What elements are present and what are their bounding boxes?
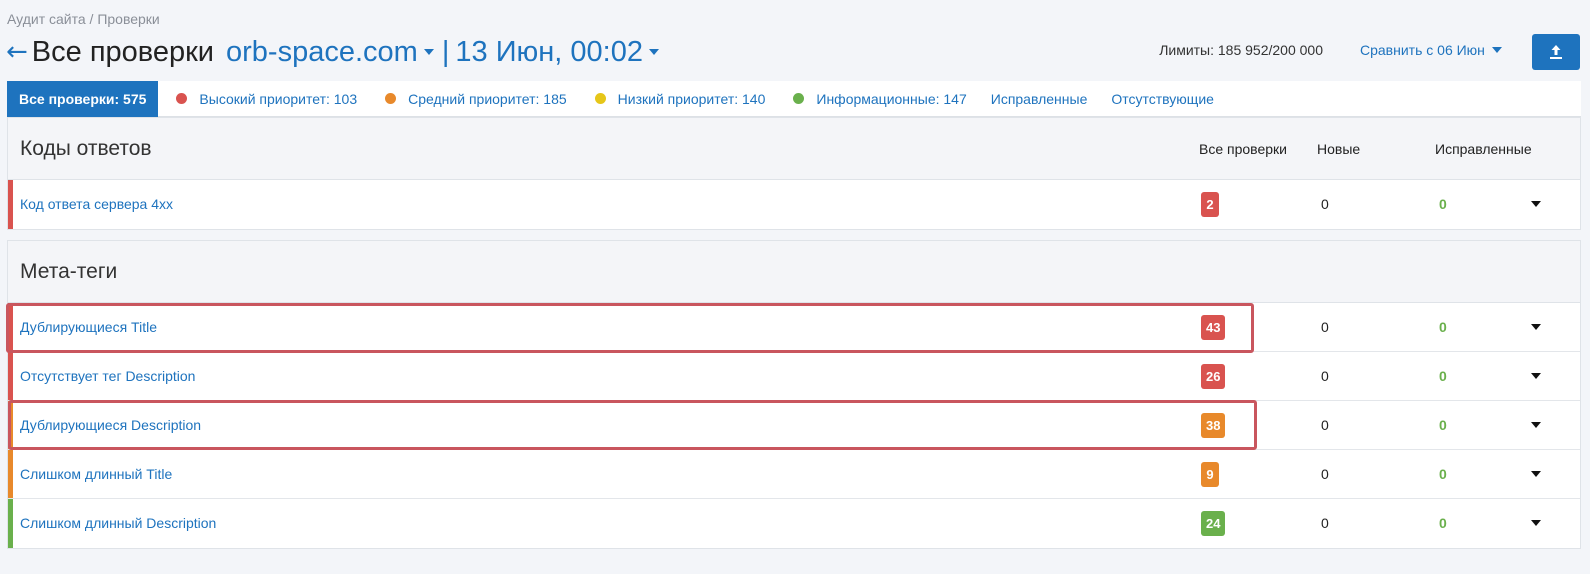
- table-row[interactable]: Слишком длинный Title 9 0 0: [8, 450, 1580, 499]
- section-meta-tags: Мета-теги Дублирующиеся Title 43 0 0 Отс…: [7, 240, 1581, 549]
- fixed-count: 0: [1439, 368, 1447, 384]
- column-header-fixed: Исправленные: [1435, 141, 1532, 157]
- check-name-link[interactable]: Слишком длинный Title: [20, 466, 172, 482]
- compare-label: Сравнить с 06 Июн: [1360, 42, 1485, 58]
- column-header-all: Все проверки: [1199, 141, 1287, 157]
- tab-informational-label: Информационные: 147: [816, 90, 967, 107]
- table-row[interactable]: Дублирующиеся Title 43 0 0: [8, 303, 1580, 352]
- expand-caret-icon[interactable]: [1531, 471, 1541, 477]
- tab-fixed[interactable]: Исправленные: [979, 81, 1100, 117]
- count-badge[interactable]: 24: [1201, 511, 1226, 536]
- tab-missing-label: Отсутствующие: [1111, 90, 1214, 107]
- fixed-count: 0: [1439, 196, 1447, 212]
- medium-priority-dot-icon: [385, 93, 397, 104]
- date-selector[interactable]: 13 Июн, 00:02: [455, 36, 643, 69]
- low-priority-dot-icon: [594, 93, 606, 104]
- count-badge[interactable]: 43: [1201, 315, 1226, 340]
- column-header-new: Новые: [1317, 141, 1361, 157]
- priority-bar: [8, 303, 13, 351]
- compare-chevron-down-icon: [1491, 47, 1502, 53]
- site-selector[interactable]: orb-space.com: [226, 36, 418, 69]
- new-count: 0: [1321, 515, 1329, 531]
- compare-dropdown[interactable]: Сравнить с 06 Июн: [1360, 42, 1508, 58]
- fixed-count: 0: [1439, 417, 1447, 433]
- new-count: 0: [1321, 196, 1329, 212]
- new-count: 0: [1321, 417, 1329, 433]
- fixed-count: 0: [1439, 515, 1447, 531]
- expand-caret-icon[interactable]: [1531, 422, 1541, 428]
- expand-caret-icon[interactable]: [1531, 324, 1541, 330]
- tab-medium-priority[interactable]: Средний приоритет: 185: [369, 81, 579, 117]
- filter-tabs: Все проверки: 575 Высокий приоритет: 103…: [7, 80, 1581, 117]
- fixed-count: 0: [1439, 319, 1447, 335]
- check-name-link[interactable]: Слишком длинный Description: [20, 515, 216, 531]
- section-header: Коды ответов Все проверки Новые Исправле…: [8, 118, 1580, 180]
- limits-text: Лимиты: 185 952/200 000: [1159, 42, 1323, 58]
- section-response-codes: Коды ответов Все проверки Новые Исправле…: [7, 117, 1581, 230]
- tab-all-checks[interactable]: Все проверки: 575: [7, 80, 159, 117]
- back-arrow-icon[interactable]: ←: [6, 39, 28, 65]
- count-badge[interactable]: 2: [1201, 192, 1219, 217]
- section-header: Мета-теги: [8, 241, 1580, 303]
- tab-all-checks-label: Все проверки: 575: [19, 90, 147, 107]
- count-badge[interactable]: 9: [1201, 462, 1219, 487]
- check-name-link[interactable]: Дублирующиеся Description: [20, 417, 201, 433]
- check-name-link[interactable]: Отсутствует тег Description: [20, 368, 195, 384]
- priority-bar: [8, 499, 13, 548]
- section-title: Мета-теги: [20, 259, 118, 283]
- tab-informational[interactable]: Информационные: 147: [777, 81, 978, 117]
- tab-low-priority-label: Низкий приоритет: 140: [617, 90, 766, 107]
- priority-bar: [8, 180, 13, 229]
- table-row[interactable]: Дублирующиеся Description 38 0 0: [8, 401, 1580, 450]
- tab-medium-priority-label: Средний приоритет: 185: [408, 90, 567, 107]
- new-count: 0: [1321, 319, 1329, 335]
- tab-high-priority[interactable]: Высокий приоритет: 103: [158, 81, 369, 117]
- header-separator: |: [441, 35, 450, 68]
- breadcrumb[interactable]: Аудит сайта / Проверки: [7, 11, 160, 27]
- high-priority-dot-icon: [176, 93, 188, 104]
- priority-bar: [8, 450, 13, 498]
- table-row[interactable]: Отсутствует тег Description 26 0 0: [8, 352, 1580, 401]
- count-badge[interactable]: 38: [1201, 413, 1226, 438]
- tab-fixed-label: Исправленные: [990, 90, 1088, 107]
- site-chevron-down-icon[interactable]: [423, 49, 434, 55]
- check-name-link[interactable]: Дублирующиеся Title: [20, 319, 157, 335]
- table-row[interactable]: Слишком длинный Description 24 0 0: [8, 499, 1580, 548]
- section-title: Коды ответов: [20, 136, 152, 160]
- export-button[interactable]: [1532, 34, 1580, 70]
- page-title: Все проверки: [31, 35, 215, 68]
- fixed-count: 0: [1439, 466, 1447, 482]
- upload-icon: [1550, 45, 1562, 59]
- priority-bar: [8, 401, 13, 449]
- info-priority-dot-icon: [793, 93, 805, 104]
- table-row[interactable]: Код ответа сервера 4xx 2 0 0: [8, 180, 1580, 229]
- page-header: ← Все проверки orb-space.com | 13 Июн, 0…: [6, 32, 665, 72]
- priority-bar: [8, 352, 13, 400]
- expand-caret-icon[interactable]: [1531, 520, 1541, 526]
- date-chevron-down-icon[interactable]: [648, 49, 659, 55]
- count-badge[interactable]: 26: [1201, 364, 1226, 389]
- expand-caret-icon[interactable]: [1531, 201, 1541, 207]
- new-count: 0: [1321, 466, 1329, 482]
- tab-high-priority-label: Высокий приоритет: 103: [199, 90, 358, 107]
- tab-low-priority[interactable]: Низкий приоритет: 140: [579, 81, 778, 117]
- new-count: 0: [1321, 368, 1329, 384]
- expand-caret-icon[interactable]: [1531, 373, 1541, 379]
- check-name-link[interactable]: Код ответа сервера 4xx: [20, 196, 173, 212]
- tab-missing[interactable]: Отсутствующие: [1099, 81, 1226, 117]
